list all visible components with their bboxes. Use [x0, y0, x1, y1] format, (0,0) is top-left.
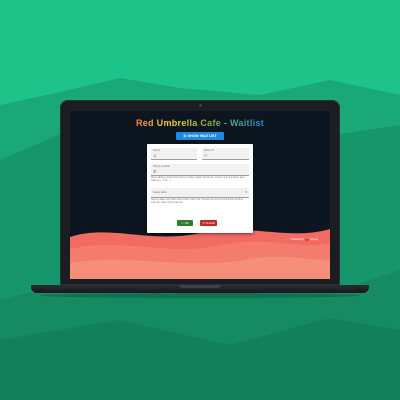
laptop-lid: Red Umbrella Cafe - Waitlist ☰ SHOW WAIT…	[60, 100, 340, 285]
list-icon: ☰	[183, 134, 187, 138]
app-title: Red Umbrella Cafe - Waitlist	[70, 118, 330, 128]
powered-label: Powered by	[291, 238, 304, 241]
laptop-screen: Red Umbrella Cafe - Waitlist ☰ SHOW WAIT…	[70, 111, 330, 279]
phone-hint: When adding a local phone phone number, …	[151, 177, 245, 182]
ok-label: OK	[184, 221, 189, 225]
select-label: Select table	[153, 191, 167, 194]
party-of-field[interactable]: Party Of ⚇	[202, 148, 249, 160]
check-icon: ✓	[181, 221, 184, 225]
show-waitlist-button[interactable]: ☰ SHOW WAITLIST	[176, 132, 224, 140]
group-icon: ⚇	[204, 153, 208, 158]
phone-icon: ✆	[153, 169, 157, 174]
name-label: Name	[153, 149, 160, 152]
powered-by: Powered by Vonage	[291, 238, 318, 241]
powered-brand: Vonage	[309, 238, 318, 241]
clear-button[interactable]: ✕ CLEAR	[200, 220, 217, 226]
chevron-down-icon: ▾	[245, 190, 247, 194]
laptop-shadow	[40, 293, 360, 298]
laptop-base	[31, 285, 369, 293]
select-hint: Select a table with chairs and a cafe's …	[151, 199, 244, 204]
phone-field[interactable]: Phone number ✆	[151, 164, 249, 176]
name-field[interactable]: Name ♙	[151, 148, 197, 160]
laptop-notch	[179, 285, 221, 288]
show-waitlist-label: SHOW WAITLIST	[187, 134, 217, 138]
phone-label: Phone number	[153, 165, 171, 168]
select-table-dropdown[interactable]: Select table ▾	[151, 188, 249, 198]
party-label: Party Of	[204, 149, 214, 152]
clear-label: CLEAR	[205, 221, 215, 225]
ok-button[interactable]: ✓ OK	[177, 220, 193, 226]
camera	[199, 104, 202, 107]
close-icon: ✕	[202, 221, 205, 225]
vonage-logo-icon	[304, 238, 309, 241]
person-icon: ♙	[153, 153, 157, 158]
waitlist-form-card: Name ♙ Party Of ⚇ Phone number ✆ When ad…	[147, 144, 253, 233]
